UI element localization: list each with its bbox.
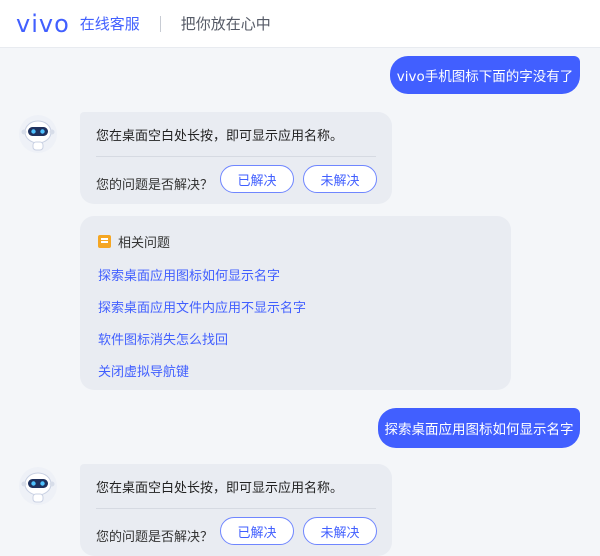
divider (96, 508, 376, 509)
bot-message-card: 您在桌面空白处长按，即可显示应用名称。 您的问题是否解决？ 已解决 未解决 (80, 112, 392, 204)
related-link[interactable]: 探索桌面应用图标如何显示名字 (98, 265, 280, 284)
slogan: 把你放在心中 (180, 15, 271, 33)
related-link[interactable]: 关闭虚拟导航键 (98, 361, 189, 380)
related-link[interactable]: 探索桌面应用文件内应用不显示名字 (98, 297, 306, 316)
resolved-button[interactable]: 已解决 (220, 517, 294, 545)
unresolved-button[interactable]: 未解决 (303, 165, 377, 193)
divider (96, 156, 376, 157)
user-message: 探索桌面应用图标如何显示名字 (378, 408, 580, 448)
related-title: 相关问题 (118, 236, 171, 251)
user-message: vivo手机图标下面的字没有了 (390, 56, 580, 94)
unresolved-button[interactable]: 未解决 (303, 517, 377, 545)
related-questions-card: 相关问题 探索桌面应用图标如何显示名字 探索桌面应用文件内应用不显示名字 软件图… (80, 216, 511, 390)
resolved-question-label: 您的问题是否解决？ (96, 530, 214, 545)
user-message-text: vivo手机图标下面的字没有了 (396, 69, 574, 85)
header-divider (159, 15, 161, 32)
related-header: 相关问题 (98, 232, 170, 251)
resolved-button[interactable]: 已解决 (220, 165, 294, 193)
document-icon (98, 235, 111, 248)
service-title: 在线客服 (79, 15, 140, 33)
related-link[interactable]: 软件图标消失怎么找回 (98, 329, 228, 348)
bot-message-card: 您在桌面空白处长按，即可显示应用名称。 您的问题是否解决？ 已解决 未解决 (80, 464, 392, 556)
user-message-text: 探索桌面应用图标如何显示名字 (384, 422, 574, 438)
robot-avatar-icon (19, 115, 57, 153)
resolved-question-label: 您的问题是否解决？ (96, 178, 214, 193)
chat-area[interactable]: vivo手机图标下面的字没有了 您在桌面空白处长按，即可显示应用名称。 您的问题… (0, 48, 600, 556)
bot-message-text: 您在桌面空白处长按，即可显示应用名称。 (96, 481, 344, 496)
vivo-logo[interactable]: vivo (16, 10, 70, 38)
header-bar: vivo 在线客服 把你放在心中 (0, 0, 600, 48)
robot-avatar-icon (19, 467, 57, 505)
bot-message-text: 您在桌面空白处长按，即可显示应用名称。 (96, 129, 344, 144)
